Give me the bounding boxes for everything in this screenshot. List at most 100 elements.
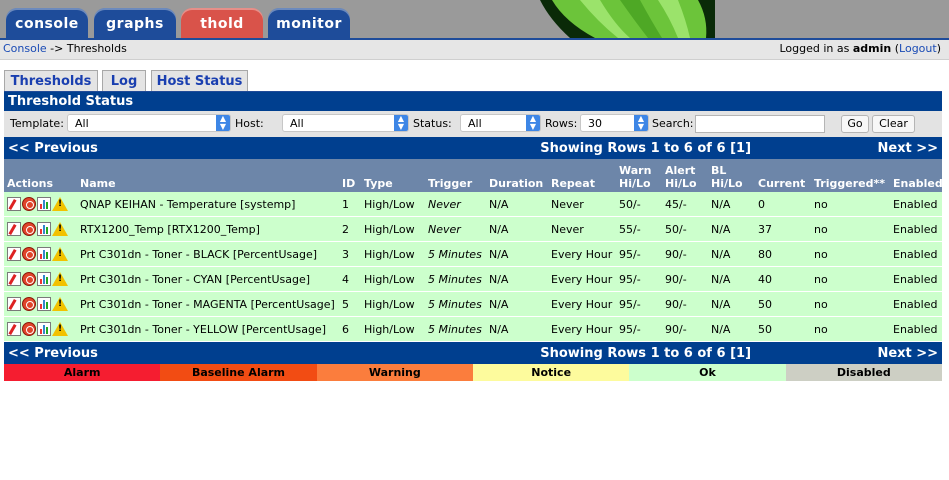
header-trigger[interactable]: Trigger (425, 159, 486, 192)
legend-alarm: Alarm (4, 364, 161, 381)
status-select[interactable]: All ▲ ▼ (460, 114, 541, 132)
cell-enabled: Enabled (890, 216, 943, 242)
header-name[interactable]: Name (77, 159, 339, 192)
logout-link[interactable]: Logout (899, 42, 937, 55)
header-type[interactable]: Type (361, 159, 425, 192)
cactus-logo (540, 0, 715, 38)
cell-triggered: no (811, 266, 891, 292)
rows-select[interactable]: 30 ▲ ▼ (580, 114, 649, 132)
disable-icon[interactable] (22, 272, 36, 286)
cell-name[interactable]: Prt C301dn - Toner - CYAN [PercentUsage] (77, 266, 339, 292)
prev-link-bottom[interactable]: << Previous (4, 341, 361, 364)
cell-name[interactable]: Prt C301dn - Toner - YELLOW [PercentUsag… (77, 316, 339, 342)
header-current[interactable]: Current (755, 159, 812, 192)
cell-bl: N/A (708, 291, 756, 317)
header-duration[interactable]: Duration (486, 159, 548, 192)
host-select[interactable]: All ▲ ▼ (282, 114, 409, 132)
chevron-updown-icon: ▲ ▼ (526, 115, 540, 131)
cell-type: High/Low (361, 241, 425, 267)
header-alert[interactable]: Alert Hi/Lo (662, 159, 708, 192)
disable-icon[interactable] (22, 247, 36, 261)
cell-warn: 50/- (616, 192, 662, 217)
cell-trigger: 5 Minutes (425, 316, 486, 342)
breadcrumb-console-link[interactable]: Console (3, 42, 47, 55)
panel-title: Threshold Status (4, 92, 942, 111)
top-nav: console graphs thold monitor (0, 0, 949, 38)
graph-icon[interactable] (37, 297, 51, 311)
tab-graphs[interactable]: graphs (94, 8, 176, 38)
pager-showing-bottom: Showing Rows 1 to 6 of 6 [1] (361, 341, 756, 364)
next-link-top[interactable]: Next >> (755, 137, 943, 159)
cell-bl: N/A (708, 266, 756, 292)
warning-icon[interactable] (52, 297, 68, 311)
cell-name[interactable]: RTX1200_Temp [RTX1200_Temp] (77, 216, 339, 242)
header-id[interactable]: ID (339, 159, 361, 192)
disable-icon[interactable] (22, 322, 36, 336)
warning-icon[interactable] (52, 247, 68, 261)
graph-icon[interactable] (37, 322, 51, 336)
table-row: Prt C301dn - Toner - MAGENTA [PercentUsa… (4, 291, 943, 317)
cell-warn: 95/- (616, 316, 662, 342)
cell-bl: N/A (708, 241, 756, 267)
cell-trigger: 5 Minutes (425, 266, 486, 292)
warning-icon[interactable] (52, 322, 68, 336)
edit-icon[interactable] (7, 322, 21, 336)
cell-warn: 55/- (616, 216, 662, 242)
header-enabled[interactable]: Enabled (890, 159, 943, 192)
graph-icon[interactable] (37, 272, 51, 286)
pager-top: << Previous Showing Rows 1 to 6 of 6 [1]… (4, 137, 943, 159)
breadcrumb-current: Thresholds (66, 42, 127, 55)
edit-icon[interactable] (7, 297, 21, 311)
cell-name[interactable]: QNAP KEIHAN - Temperature [systemp] (77, 192, 339, 217)
edit-icon[interactable] (7, 197, 21, 211)
header-triggered[interactable]: Triggered** (811, 159, 891, 192)
legend-disabled: Disabled (785, 364, 942, 381)
tab-console[interactable]: console (6, 8, 88, 38)
warning-icon[interactable] (52, 222, 68, 236)
cell-trigger: 5 Minutes (425, 291, 486, 317)
cell-alert: 90/- (662, 316, 708, 342)
cell-type: High/Low (361, 316, 425, 342)
clear-button[interactable]: Clear (872, 115, 915, 133)
disable-icon[interactable] (22, 197, 36, 211)
graph-icon[interactable] (37, 247, 51, 261)
graph-icon[interactable] (37, 197, 51, 211)
disable-icon[interactable] (22, 222, 36, 236)
edit-icon[interactable] (7, 272, 21, 286)
header-repeat[interactable]: Repeat (548, 159, 616, 192)
cell-id: 4 (339, 266, 361, 292)
cell-name[interactable]: Prt C301dn - Toner - BLACK [PercentUsage… (77, 241, 339, 267)
subtab-thresholds[interactable]: Thresholds (4, 70, 98, 92)
warning-icon[interactable] (52, 197, 68, 211)
header-bl[interactable]: BL Hi/Lo (708, 159, 756, 192)
host-select-value: All (290, 117, 304, 130)
cell-current: 40 (755, 266, 812, 292)
template-label: Template: (10, 117, 64, 130)
edit-icon[interactable] (7, 222, 21, 236)
header-actions[interactable]: Actions (4, 159, 77, 192)
edit-icon[interactable] (7, 247, 21, 261)
cell-alert: 50/- (662, 216, 708, 242)
cell-current: 80 (755, 241, 812, 267)
tab-thold[interactable]: thold (181, 8, 263, 38)
warning-icon[interactable] (52, 272, 68, 286)
table-row: Prt C301dn - Toner - BLACK [PercentUsage… (4, 241, 943, 267)
breadcrumb-separator: -> (50, 42, 64, 55)
template-select[interactable]: All ▲ ▼ (67, 114, 231, 132)
subtab-host-status[interactable]: Host Status (151, 70, 248, 92)
disable-icon[interactable] (22, 297, 36, 311)
prev-link-top[interactable]: << Previous (4, 137, 361, 159)
header-warn[interactable]: Warn Hi/Lo (616, 159, 662, 192)
breadcrumb: Console -> Thresholds (3, 42, 127, 55)
cell-trigger: Never (425, 216, 486, 242)
cell-type: High/Low (361, 266, 425, 292)
graph-icon[interactable] (37, 222, 51, 236)
next-link-bottom[interactable]: Next >> (755, 341, 943, 364)
cell-name[interactable]: Prt C301dn - Toner - MAGENTA [PercentUsa… (77, 291, 339, 317)
tab-monitor[interactable]: monitor (268, 8, 350, 38)
cell-enabled: Enabled (890, 266, 943, 292)
subtab-log[interactable]: Log (102, 70, 146, 92)
search-input[interactable] (695, 115, 825, 133)
go-button[interactable]: Go (841, 115, 869, 133)
cell-current: 37 (755, 216, 812, 242)
